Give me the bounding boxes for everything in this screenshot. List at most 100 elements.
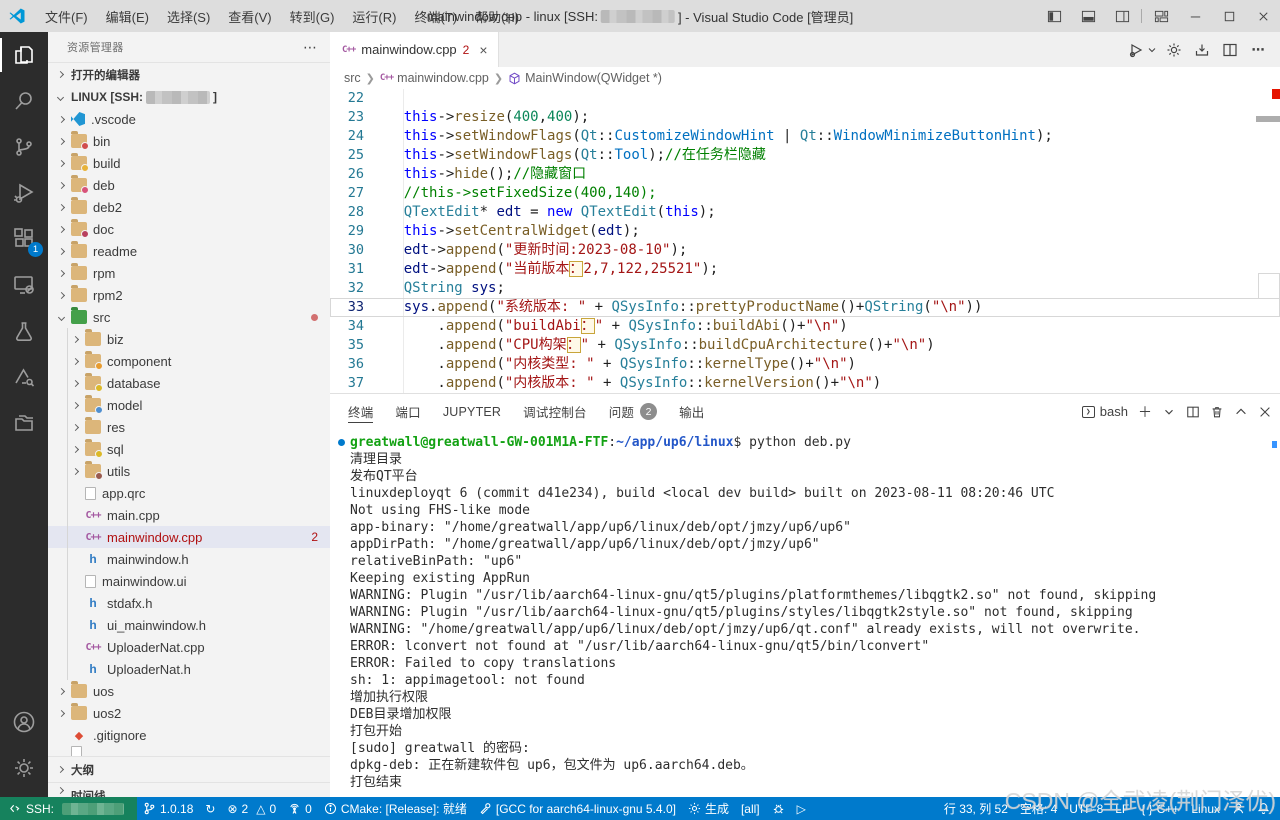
menu-item-5[interactable]: 运行(R) [343, 0, 405, 32]
cmake-kit-status[interactable]: [GCC for aarch64-linux-gnu 5.4.0] [473, 797, 682, 820]
terminal-output[interactable]: greatwall@greatwall-GW-001M1A-FTF:~/app/… [330, 429, 1280, 797]
close-panel-icon[interactable] [1258, 405, 1272, 419]
eol-status[interactable]: LF [1109, 797, 1135, 820]
terminal-shell-select[interactable]: ❯ bash [1082, 404, 1128, 419]
tree-item-doc[interactable]: doc [48, 218, 330, 240]
customize-layout-icon[interactable] [1144, 0, 1178, 32]
panel-tab-终端[interactable]: 终端 [348, 394, 373, 429]
section-workspace-root[interactable]: LINUX [SSH:] [48, 86, 330, 108]
sync-status[interactable]: ↻ [199, 797, 221, 820]
tree-item-.gitignore[interactable]: ◆.gitignore [48, 724, 330, 746]
tree-item-database[interactable]: database [48, 372, 330, 394]
tree-item-sql[interactable]: sql [48, 438, 330, 460]
ports-status[interactable]: 0 [282, 797, 318, 820]
code-editor[interactable]: 2223 this->resize(400,400);24 this->setW… [330, 89, 1280, 393]
command-decoration-dot[interactable] [338, 439, 345, 446]
section-open-editors[interactable]: 打开的编辑器 [48, 62, 330, 86]
code-line-28[interactable]: 28 QTextEdit* edt = new QTextEdit(this); [330, 203, 1280, 222]
settings-gear-icon[interactable] [1162, 38, 1186, 62]
remote-explorer-icon[interactable] [0, 262, 48, 308]
code-line-22[interactable]: 22 [330, 89, 1280, 108]
toggle-panel-icon[interactable] [1071, 0, 1105, 32]
tree-item-app.qrc[interactable]: app.qrc [48, 482, 330, 504]
code-line-31[interactable]: 31 edt->append("当前版本：2,7,122,25521"); [330, 260, 1280, 279]
explorer-icon[interactable] [0, 32, 48, 78]
cursor-position[interactable]: 行 33, 列 52 [938, 797, 1014, 820]
debug-run-icon[interactable] [1124, 38, 1148, 62]
git-branch-status[interactable]: 1.0.18 [137, 797, 199, 820]
notifications-button[interactable] [1251, 797, 1280, 820]
code-line-30[interactable]: 30 edt->append("更新时间:2023-08-10"); [330, 241, 1280, 260]
breadcrumb-file[interactable]: mainwindow.cpp [397, 71, 489, 85]
cmake-debug-button[interactable] [766, 797, 791, 820]
tree-item-mainwindow.ui[interactable]: mainwindow.ui [48, 570, 330, 592]
section-timeline[interactable]: 时间线 [48, 782, 330, 797]
tree-item-res[interactable]: res [48, 416, 330, 438]
tree-item-ui_mainwindow.h[interactable]: hui_mainwindow.h [48, 614, 330, 636]
tree-item-.vscode[interactable]: .vscode [48, 108, 330, 130]
cmake-run-button[interactable]: ▷ [791, 797, 812, 820]
tree-item-rpm[interactable]: rpm [48, 262, 330, 284]
tree-item-mainwindow.h[interactable]: hmainwindow.h [48, 548, 330, 570]
source-control-icon[interactable] [0, 124, 48, 170]
menu-item-4[interactable]: 转到(G) [281, 0, 344, 32]
tab-mainwindow-cpp[interactable]: C++ mainwindow.cpp 2 × [330, 32, 499, 67]
search-icon[interactable] [0, 78, 48, 124]
code-line-33[interactable]: 33 sys.append("系统版本: " + QSysInfo::prett… [330, 298, 1280, 317]
panel-tab-JUPYTER[interactable]: JUPYTER [443, 394, 501, 429]
toggle-secondary-sidebar-icon[interactable] [1105, 0, 1139, 32]
code-line-32[interactable]: 32 QString sys; [330, 279, 1280, 298]
explorer-more-actions-icon[interactable]: ⋯ [303, 39, 318, 56]
tree-item-component[interactable]: component [48, 350, 330, 372]
settings-gear-icon[interactable] [0, 745, 48, 791]
code-line-34[interactable]: 34 .append("buildAbi：" + QSysInfo::build… [330, 317, 1280, 336]
tree-item-mainwindow.cpp[interactable]: C++mainwindow.cpp2 [48, 526, 330, 548]
split-terminal-icon[interactable] [1186, 405, 1200, 419]
feedback-button[interactable] [1226, 797, 1251, 820]
tree-item-stdafx.h[interactable]: hstdafx.h [48, 592, 330, 614]
account-icon[interactable] [0, 699, 48, 745]
tree-item-clipped[interactable] [48, 746, 330, 756]
maximize-icon[interactable] [1212, 0, 1246, 32]
code-line-24[interactable]: 24 this->setWindowFlags(Qt::CustomizeWin… [330, 127, 1280, 146]
tree-item-utils[interactable]: utils [48, 460, 330, 482]
code-line-29[interactable]: 29 this->setCentralWidget(edt); [330, 222, 1280, 241]
code-line-36[interactable]: 36 .append("内核类型: " + QSysInfo::kernelTy… [330, 355, 1280, 374]
terminal-dropdown-chevron-icon[interactable] [1162, 405, 1176, 419]
code-line-27[interactable]: 27 //this->setFixedSize(400,140); [330, 184, 1280, 203]
encoding-status[interactable]: UTF-8 [1063, 797, 1109, 820]
extensions-icon[interactable]: 1 [0, 216, 48, 262]
tree-item-uos[interactable]: uos [48, 680, 330, 702]
project-manager-icon[interactable] [0, 400, 48, 446]
kill-terminal-icon[interactable] [1210, 405, 1224, 419]
tree-item-model[interactable]: model [48, 394, 330, 416]
tree-item-UploaderNat.h[interactable]: hUploaderNat.h [48, 658, 330, 680]
tree-item-readme[interactable]: readme [48, 240, 330, 262]
code-line-37[interactable]: 37 .append("内核版本: " + QSysInfo::kernelVe… [330, 374, 1280, 393]
run-debug-icon[interactable] [0, 170, 48, 216]
code-line-35[interactable]: 35 .append("CPU构架：" + QSysInfo::buildCpu… [330, 336, 1280, 355]
tree-item-UploaderNat.cpp[interactable]: C++UploaderNat.cpp [48, 636, 330, 658]
tree-item-uos2[interactable]: uos2 [48, 702, 330, 724]
cmake-build-button[interactable]: 生成 [682, 797, 735, 820]
close-icon[interactable] [1246, 0, 1280, 32]
cmake-status[interactable]: CMake: [Release]: 就绪 [318, 797, 473, 820]
maximize-panel-icon[interactable] [1234, 405, 1248, 419]
panel-tab-端口[interactable]: 端口 [395, 394, 420, 429]
menu-item-1[interactable]: 编辑(E) [97, 0, 158, 32]
menu-item-3[interactable]: 查看(V) [219, 0, 280, 32]
tree-item-main.cpp[interactable]: C++main.cpp [48, 504, 330, 526]
menu-item-0[interactable]: 文件(F) [36, 0, 97, 32]
problems-status[interactable]: ⊗2 △0 [221, 797, 282, 820]
split-editor-icon[interactable] [1218, 38, 1242, 62]
panel-tab-问题[interactable]: 问题2 [609, 394, 657, 429]
minimize-icon[interactable] [1178, 0, 1212, 32]
code-line-25[interactable]: 25 this->setWindowFlags(Qt::Tool);//在任务栏… [330, 146, 1280, 165]
qt-tools-icon[interactable] [0, 354, 48, 400]
testing-icon[interactable] [0, 308, 48, 354]
more-actions-icon[interactable]: ⋯ [1246, 38, 1270, 62]
os-status[interactable]: Linux [1185, 797, 1226, 820]
tree-item-rpm2[interactable]: rpm2 [48, 284, 330, 306]
tree-item-bin[interactable]: bin [48, 130, 330, 152]
panel-tab-输出[interactable]: 输出 [679, 394, 704, 429]
